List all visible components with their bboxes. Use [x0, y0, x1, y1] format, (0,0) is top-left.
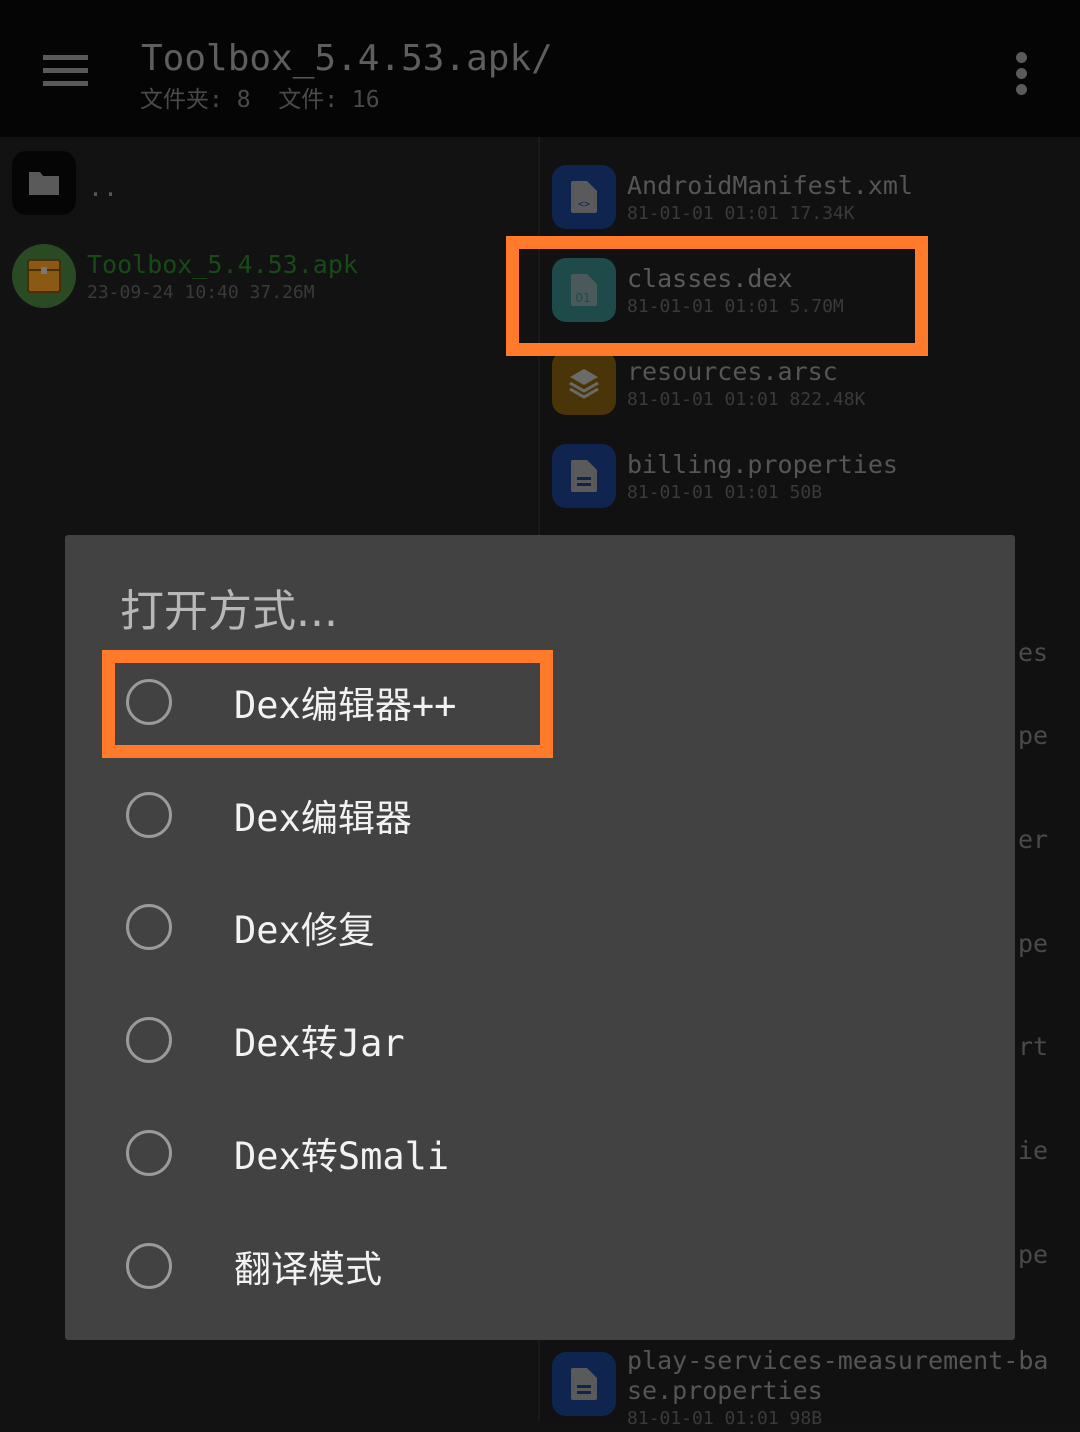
dialog-title: 打开方式... [120, 586, 338, 637]
option-label: Dex转Jar [234, 1022, 405, 1065]
file-name: resources.arsc [627, 357, 838, 386]
option-label: Dex修复 [234, 909, 375, 952]
text-file-icon [552, 444, 616, 508]
radio-button[interactable] [126, 792, 172, 838]
code-file-icon: <> [552, 165, 616, 229]
archive-icon [12, 244, 76, 308]
option-label: Dex转Smali [234, 1135, 450, 1178]
partial-filename: pe [1018, 929, 1049, 958]
file-meta: 81-01-01 01:01 822.48K [627, 389, 866, 410]
file-name: billing.properties [627, 450, 898, 479]
partial-filename: es [1018, 638, 1049, 667]
partial-filename: ie [1018, 1136, 1049, 1165]
folder-icon [12, 151, 76, 215]
option-label: Dex编辑器 [234, 797, 412, 840]
apk-item[interactable]: Toolbox_5.4.53.apk 23-09-24 10:40 37.26M [12, 244, 358, 308]
parent-folder-item[interactable]: .. [12, 151, 118, 215]
highlight-classes-dex [506, 236, 928, 356]
option-dex-to-jar[interactable]: Dex转Jar [65, 990, 1015, 1090]
file-name: AndroidManifest.xml [627, 171, 913, 200]
partial-filename: pe [1018, 1240, 1049, 1269]
file-item[interactable]: play-services-measurement-ba se.properti… [552, 1346, 1048, 1432]
file-item[interactable]: <> AndroidManifest.xml 81-01-01 01:01 17.… [552, 165, 913, 229]
option-dex-to-smali[interactable]: Dex转Smali [65, 1103, 1015, 1203]
apk-meta: 23-09-24 10:40 37.26M [87, 282, 315, 303]
file-meta: 81-01-01 01:01 17.34K [627, 203, 855, 224]
radio-button[interactable] [126, 904, 172, 950]
menu-icon[interactable] [43, 55, 88, 87]
svg-text:<>: <> [578, 199, 590, 210]
app-bar: Toolbox_5.4.53.apk/ 文件夹: 8 文件: 16 [0, 0, 1080, 137]
file-meta: 81-01-01 01:01 50B [627, 482, 823, 503]
partial-filename: rt [1018, 1032, 1049, 1061]
radio-button[interactable] [126, 1017, 172, 1063]
option-dex-editor[interactable]: Dex编辑器 [65, 765, 1015, 865]
apk-name: Toolbox_5.4.53.apk [87, 250, 358, 279]
option-label: 翻译模式 [234, 1248, 382, 1291]
text-file-icon [552, 1352, 616, 1416]
file-meta: 81-01-01 01:01 98B [627, 1408, 823, 1429]
path-title: Toolbox_5.4.53.apk/ [141, 38, 553, 79]
file-item[interactable]: billing.properties 81-01-01 01:01 50B [552, 444, 898, 508]
highlight-dex-editor-plus [102, 650, 553, 758]
file-name: play-services-measurement-ba se.properti… [627, 1346, 1049, 1405]
layers-icon [552, 351, 616, 415]
option-translate-mode[interactable]: 翻译模式 [65, 1216, 1015, 1316]
option-dex-repair[interactable]: Dex修复 [65, 877, 1015, 977]
file-item[interactable]: resources.arsc 81-01-01 01:01 822.48K [552, 351, 865, 415]
parent-label: .. [88, 173, 119, 202]
partial-filename: er [1018, 825, 1049, 854]
folder-file-count: 文件夹: 8 文件: 16 [140, 87, 380, 113]
partial-filename: pe [1018, 721, 1049, 750]
radio-button[interactable] [126, 1243, 172, 1289]
radio-button[interactable] [126, 1130, 172, 1176]
more-options-icon[interactable] [1016, 52, 1030, 100]
